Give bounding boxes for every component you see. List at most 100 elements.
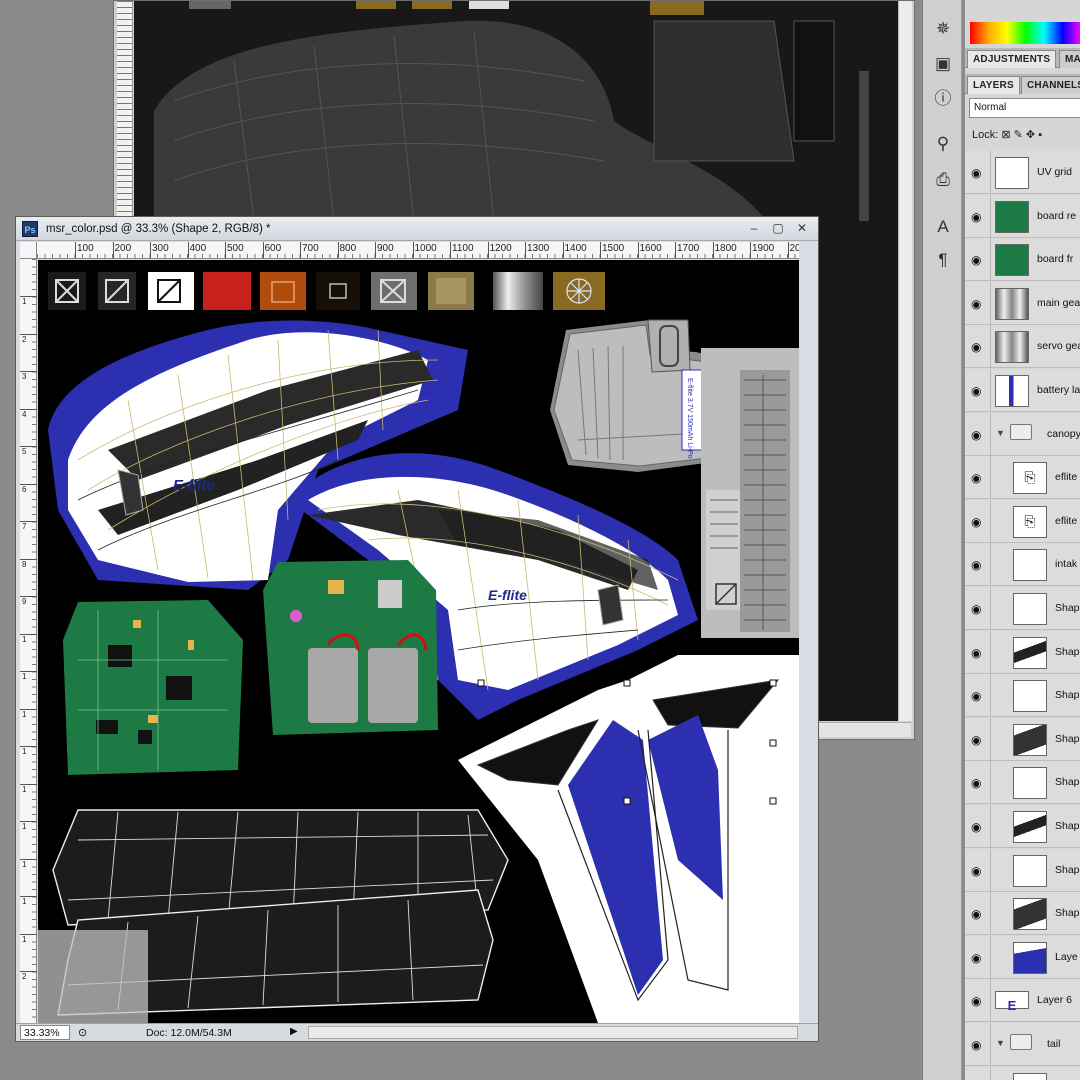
layer-name: Shap xyxy=(1055,863,1080,876)
vruler-label: 3 xyxy=(22,372,27,381)
eye-icon[interactable]: ◉ xyxy=(971,907,981,921)
document-canvas[interactable]: E-flite 3.7V 150mAh Li-Po E-flite E-flit… xyxy=(38,260,799,1023)
layer-row[interactable]: ◉ Shap xyxy=(965,892,1080,936)
layer-row[interactable]: ◉ Shap xyxy=(965,717,1080,761)
layer-row[interactable]: ◉ Shap xyxy=(965,848,1080,892)
ruler-major-tick xyxy=(787,242,789,258)
layer-name: board fr xyxy=(1037,253,1074,266)
maximize-button[interactable]: ▢ xyxy=(770,222,786,236)
layer-row[interactable]: ◉ battery label xyxy=(965,369,1080,412)
eye-icon[interactable]: ◉ xyxy=(971,1038,981,1052)
lock-transparency-icon[interactable]: ⊠ xyxy=(1001,129,1010,141)
layer-row[interactable]: ◉Shape xyxy=(965,1066,1080,1080)
zoom-status-icon[interactable]: ⊙ xyxy=(78,1026,87,1039)
vertical-ruler[interactable]: 1 2 3 4 5 6 7 8 9 1 1 1 1 1 1 1 1 1 2 xyxy=(20,259,37,1023)
eye-icon[interactable]: ◉ xyxy=(971,864,981,878)
lock-move-icon[interactable]: ✥ xyxy=(1026,129,1035,141)
tab-layers[interactable]: LAYERS xyxy=(967,76,1020,94)
eye-icon[interactable]: ◉ xyxy=(971,951,981,965)
eye-icon[interactable]: ◉ xyxy=(971,253,981,267)
ruler-major-tick xyxy=(562,242,564,258)
image-icon[interactable]: ▣ xyxy=(931,52,955,76)
horizontal-scrollbar[interactable] xyxy=(308,1026,798,1039)
layer-row[interactable]: ◉ ⎘ eflite xyxy=(965,499,1080,543)
layer-separator xyxy=(990,979,991,1023)
eye-icon[interactable]: ◉ xyxy=(971,166,981,180)
layer-row[interactable]: ◉ board re xyxy=(965,194,1080,238)
document-window[interactable]: Ps msr_color.psd @ 33.3% (Shape 2, RGB/8… xyxy=(15,216,819,1042)
eye-icon[interactable]: ◉ xyxy=(971,297,981,311)
ruler-major-tick xyxy=(187,242,189,258)
stamp-icon[interactable]: ⎙ xyxy=(931,168,955,192)
eye-icon[interactable]: ◉ xyxy=(971,646,981,660)
layer-row[interactable]: ◉ E Layer 6 xyxy=(965,979,1080,1023)
ruler-label: 500 xyxy=(227,243,244,254)
blend-mode-select[interactable]: Normal xyxy=(969,98,1080,118)
tab-channels[interactable]: CHANNELS xyxy=(1021,76,1080,94)
layer-row[interactable]: ◉ ⎘ eflite xyxy=(965,456,1080,500)
layer-row[interactable]: ◉ ▼ tail xyxy=(965,1023,1080,1066)
status-menu-arrow-icon[interactable]: ▶ xyxy=(290,1026,298,1037)
lock-paint-icon[interactable]: ✎ xyxy=(1014,129,1023,141)
layer-row[interactable]: ◉ main gea xyxy=(965,281,1080,325)
eye-icon[interactable]: ◉ xyxy=(971,689,981,703)
layer-name: Shap xyxy=(1055,907,1080,920)
eye-icon[interactable]: ◉ xyxy=(971,210,981,224)
usb-icon[interactable]: ⚲ xyxy=(931,132,955,156)
eye-icon[interactable]: ◉ xyxy=(971,340,981,354)
layer-row[interactable]: ◉ Shap xyxy=(965,805,1080,848)
layer-separator xyxy=(990,805,991,848)
lock-all-icon[interactable]: ▪ xyxy=(1038,129,1042,141)
eye-icon[interactable]: ◉ xyxy=(971,994,981,1008)
tab-masks[interactable]: MA xyxy=(1059,50,1080,68)
color-spectrum[interactable] xyxy=(970,22,1080,44)
document-info[interactable]: Doc: 12.0M/54.3M xyxy=(146,1027,232,1039)
eye-icon[interactable]: ◉ xyxy=(971,733,981,747)
layer-row[interactable]: ◉ intak xyxy=(965,543,1080,587)
layer-row[interactable]: ◉ board fr xyxy=(965,238,1080,282)
layer-separator xyxy=(990,587,991,630)
layer-separator xyxy=(990,1023,991,1066)
document-title-bar[interactable]: Ps msr_color.psd @ 33.3% (Shape 2, RGB/8… xyxy=(16,217,818,241)
expand-arrow-icon[interactable]: ▼ xyxy=(996,1038,1005,1048)
horizontal-ruler[interactable]: 100 200 300 400 500 600 700 800 900 1000 1100 1200 1… xyxy=(37,242,799,259)
layer-row[interactable]: ◉ Shap xyxy=(965,630,1080,674)
eye-icon[interactable]: ◉ xyxy=(971,602,981,616)
layer-thumbnail xyxy=(995,157,1029,189)
ruler-label: 1100 xyxy=(452,243,474,254)
layer-row[interactable]: ◉ ▼ canopy xyxy=(965,412,1080,456)
photoshop-icon: Ps xyxy=(22,221,38,237)
layer-row[interactable]: ◉ servo gears xyxy=(965,325,1080,369)
background-vertical-scrollbar[interactable] xyxy=(898,1,912,721)
info-icon[interactable]: ⓘ xyxy=(931,84,955,108)
layer-row[interactable]: ◉ UV grid xyxy=(965,151,1080,194)
swatches-icon[interactable]: ✵ xyxy=(931,17,955,41)
eye-icon[interactable]: ◉ xyxy=(971,820,981,834)
ruler-corner[interactable] xyxy=(20,242,37,259)
layer-name: tail xyxy=(1047,1038,1061,1050)
layer-row[interactable]: ◉ Shap xyxy=(965,674,1080,718)
layer-row[interactable]: ◉ Shap xyxy=(965,587,1080,630)
paragraph-icon[interactable]: ¶ xyxy=(931,248,955,272)
expand-arrow-icon[interactable]: ▼ xyxy=(996,428,1005,438)
eye-icon[interactable]: ◉ xyxy=(971,776,981,790)
eye-icon[interactable]: ◉ xyxy=(971,384,981,398)
close-button[interactable]: ✕ xyxy=(794,222,810,236)
layer-row[interactable]: ◉ Laye xyxy=(965,935,1080,979)
eye-icon[interactable]: ◉ xyxy=(971,558,981,572)
ruler-label: 1500 xyxy=(602,243,625,254)
eye-icon[interactable]: ◉ xyxy=(971,515,981,529)
vruler-label: 8 xyxy=(22,559,27,569)
layer-name: UV grid xyxy=(1037,166,1073,178)
layer-row[interactable]: ◉ Shap xyxy=(965,761,1080,805)
tab-adjustments[interactable]: ADJUSTMENTS xyxy=(967,50,1057,68)
ruler-label: 200 xyxy=(114,243,132,254)
eye-icon[interactable]: ◉ xyxy=(971,428,981,442)
minimize-button[interactable]: – xyxy=(746,222,762,236)
ruler-major-tick xyxy=(412,242,414,258)
character-icon[interactable]: A xyxy=(931,215,955,239)
zoom-field[interactable]: 33.33% xyxy=(20,1025,70,1040)
ruler-label: 400 xyxy=(189,243,207,254)
eye-icon[interactable]: ◉ xyxy=(971,471,981,485)
ruler-major-tick xyxy=(487,242,489,258)
